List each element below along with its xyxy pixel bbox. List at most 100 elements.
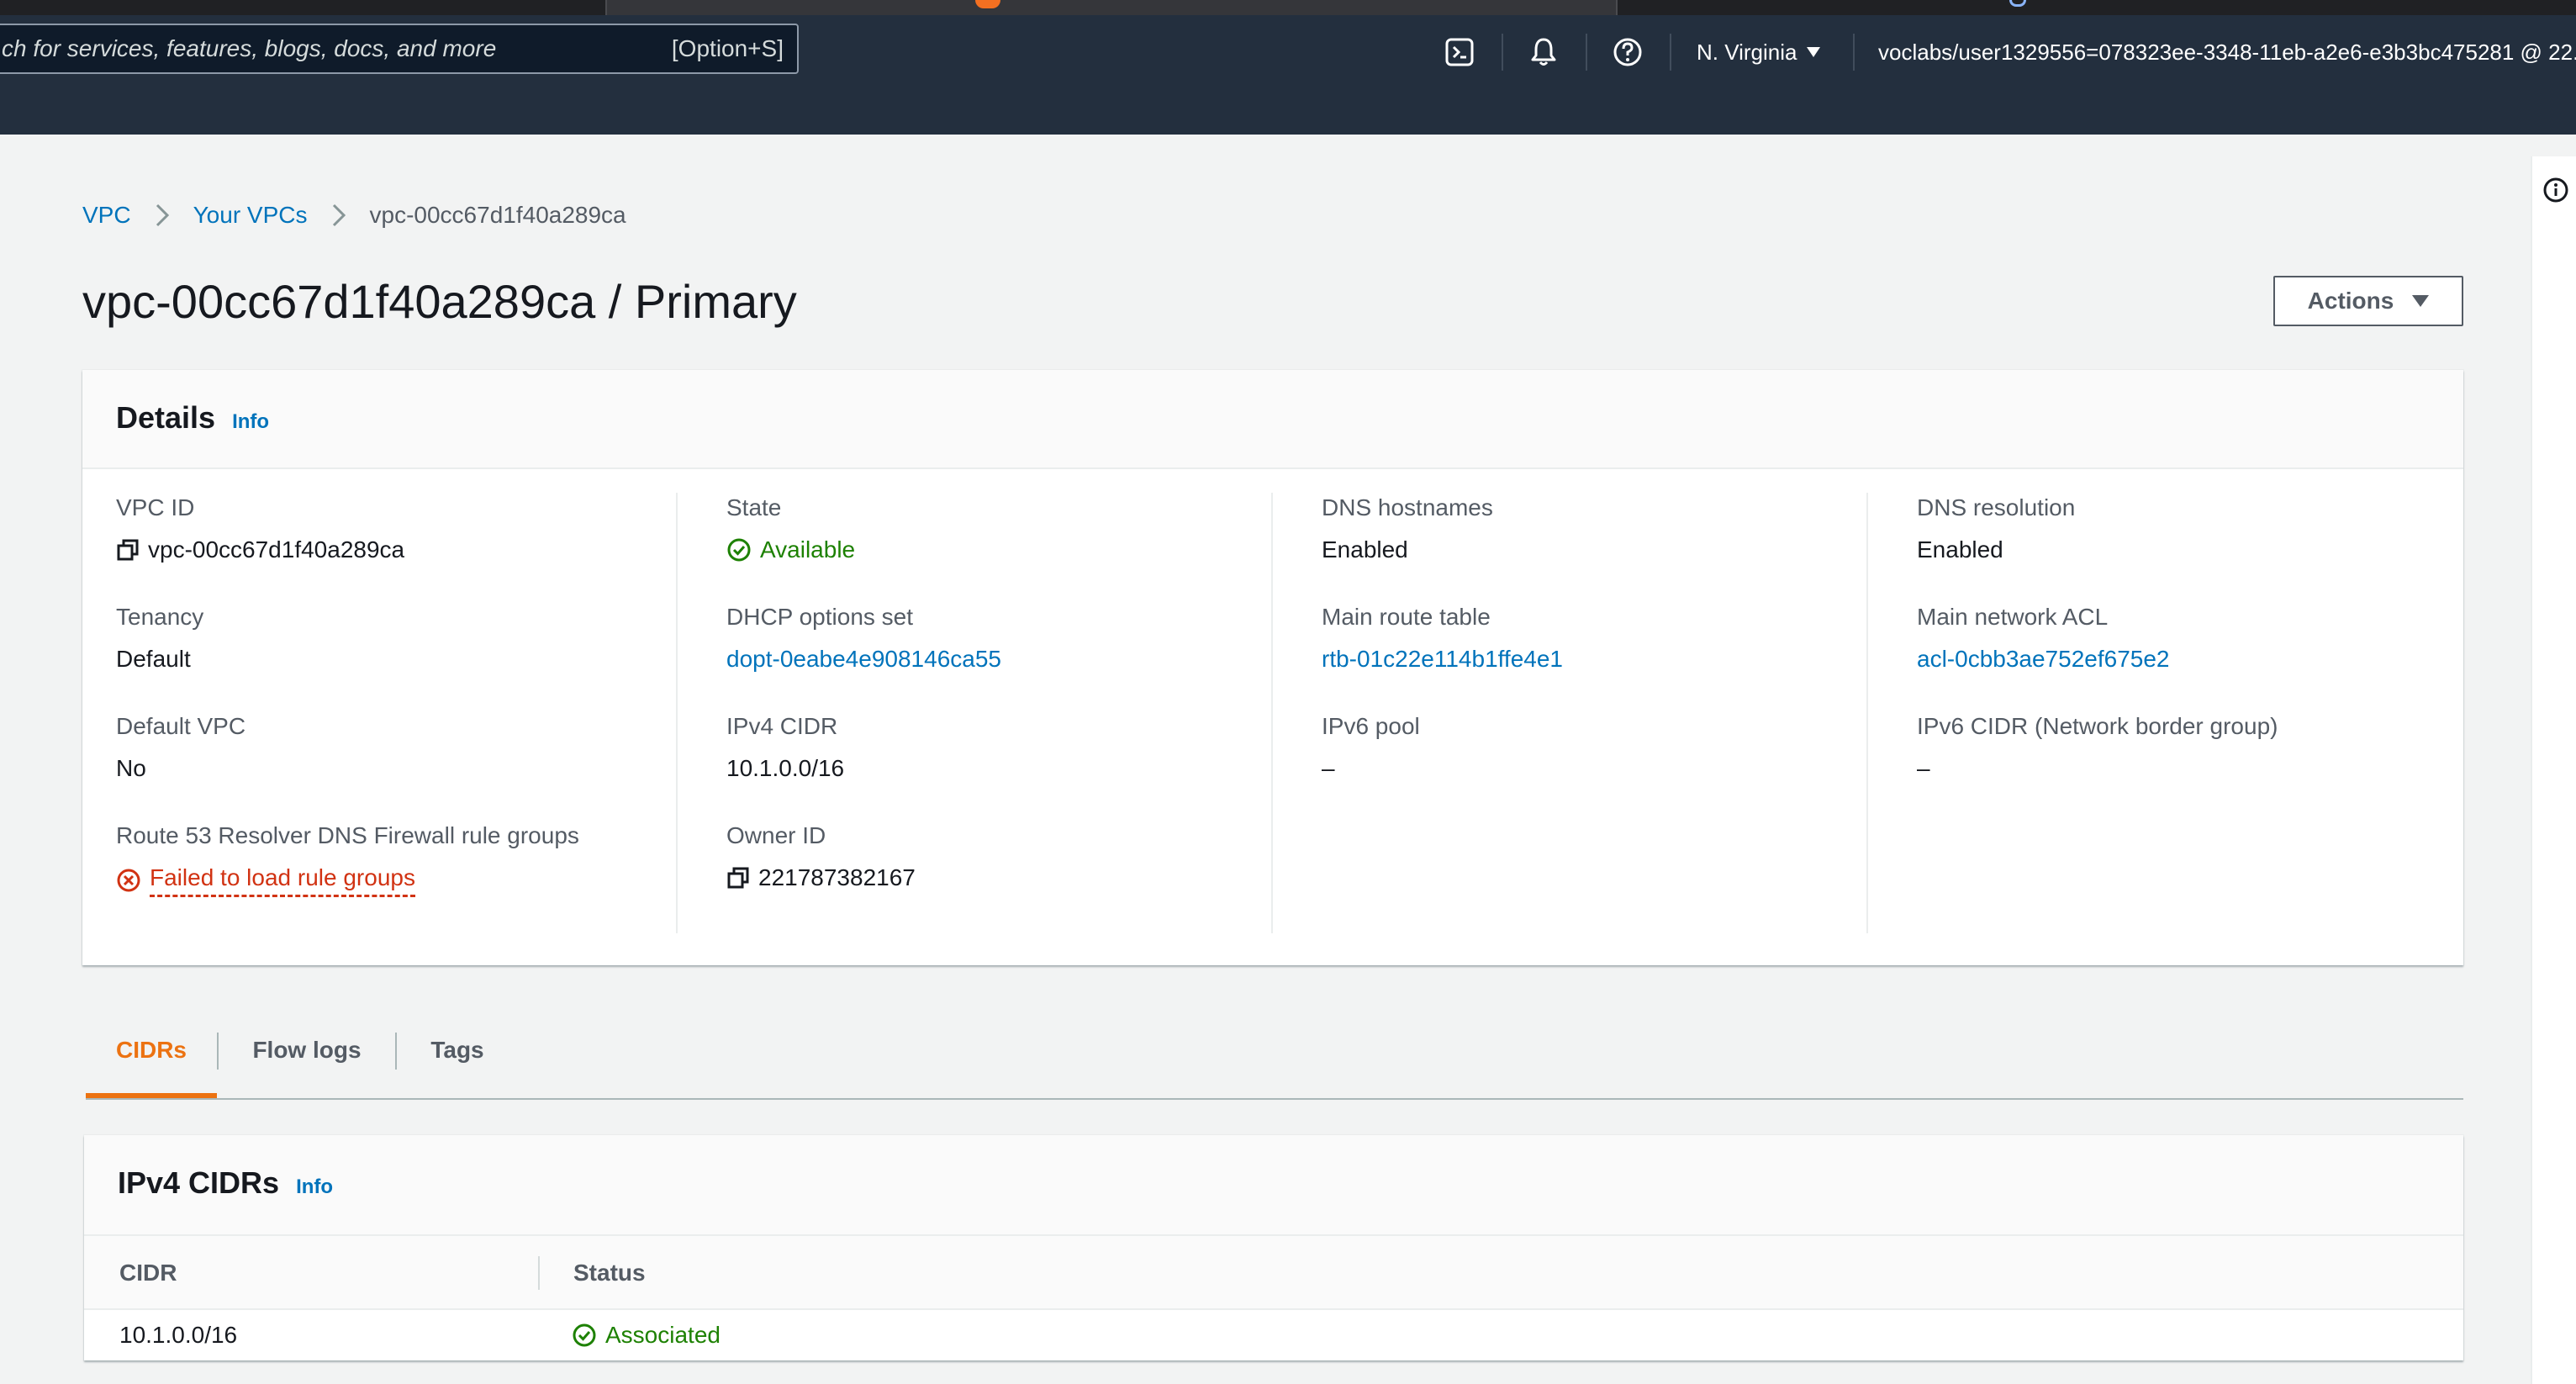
ipv4-cidrs-panel: IPv4 CIDRs Info CIDR Status 10.1.0.0/16 … (84, 1135, 2463, 1360)
field-value: 221787382167 (726, 863, 916, 893)
field-default-vpc: Default VPC No (116, 711, 245, 784)
help-icon[interactable] (1611, 35, 1644, 69)
field-value: Default (116, 646, 191, 672)
field-main-network-acl: Main network ACL acl-0cbb3ae752ef675e2 (1917, 602, 2169, 674)
tab-flow-logs[interactable]: Flow logs (219, 1017, 395, 1098)
region-label: N. Virginia (1697, 40, 1797, 65)
details-column-4: DNS resolution Enabled Main network ACL … (1917, 493, 2438, 933)
field-vpc-id: VPC ID vpc-00cc67d1f40a289ca (116, 493, 404, 565)
field-label: DNS resolution (1917, 494, 2076, 520)
ipv4-cidrs-header: IPv4 CIDRs Info (84, 1135, 2463, 1236)
caret-down-icon (2412, 295, 2430, 307)
right-help-rail (2531, 156, 2576, 1384)
vpc-id-value: vpc-00cc67d1f40a289ca (148, 536, 405, 563)
error-text: Failed to load rule groups (150, 863, 415, 897)
field-label: Tenancy (116, 604, 204, 630)
page-title: vpc-00cc67d1f40a289ca / Primary (82, 275, 797, 328)
field-value: Enabled (1917, 536, 2003, 563)
field-label: IPv6 pool (1322, 713, 1420, 739)
field-value[interactable]: Failed to load rule groups (116, 863, 579, 897)
status-cell: Associated (572, 1310, 721, 1360)
field-main-route-table: Main route table rtb-01c22e114b1ffe4e1 (1322, 602, 1563, 674)
account-menu[interactable]: voclabs/user1329556=078323ee-3348-11eb-a… (1878, 35, 2576, 69)
field-ipv6-cidr: IPv6 CIDR (Network border group) – (1917, 711, 2278, 784)
nav-separator (1853, 34, 1855, 71)
ipv4-cidrs-info-link[interactable]: Info (296, 1175, 333, 1199)
field-ipv4-cidr: IPv4 CIDR 10.1.0.0/16 (726, 711, 844, 784)
copy-icon[interactable] (116, 538, 140, 562)
browser-tab-strip (0, 0, 2576, 15)
chevron-right-icon (331, 203, 346, 228)
field-state: State Available (726, 493, 855, 565)
tab-separator (1616, 0, 1618, 15)
column-header-cidr[interactable]: CIDR (119, 1236, 177, 1310)
breadcrumb-your-vpcs[interactable]: Your VPCs (193, 202, 308, 229)
check-circle-icon (726, 537, 752, 563)
field-label: Main route table (1322, 604, 1491, 630)
nav-separator (1502, 34, 1503, 71)
field-label: Owner ID (726, 822, 826, 848)
search-input[interactable]: ch for services, features, blogs, docs, … (0, 24, 799, 74)
actions-button[interactable]: Actions (2273, 276, 2463, 326)
tab-tags[interactable]: Tags (397, 1017, 518, 1098)
column-divider (1271, 493, 1273, 933)
field-value: 10.1.0.0/16 (726, 755, 845, 781)
ipv4-cidrs-title-row: IPv4 CIDRs Info (118, 1165, 333, 1201)
field-label: Route 53 Resolver DNS Firewall rule grou… (116, 822, 579, 848)
field-label: State (726, 494, 782, 520)
nav-separator (1670, 34, 1671, 71)
field-value: – (1917, 755, 1930, 781)
dhcp-options-link[interactable]: dopt-0eabe4e908146ca55 (726, 644, 1001, 674)
field-dhcp-options-set: DHCP options set dopt-0eabe4e908146ca55 (726, 602, 1001, 674)
field-label: IPv6 CIDR (Network border group) (1917, 713, 2278, 739)
cidr-cell: 10.1.0.0/16 (119, 1322, 238, 1348)
browser-tab-active[interactable] (607, 0, 1616, 15)
network-acl-link[interactable]: acl-0cbb3ae752ef675e2 (1917, 644, 2169, 674)
details-column-2: State Available DHCP options set dopt-0e… (726, 493, 1264, 933)
details-column-3: DNS hostnames Enabled Main route table r… (1322, 493, 1860, 933)
field-dns-hostnames: DNS hostnames Enabled (1322, 493, 1493, 565)
search-placeholder: ch for services, features, blogs, docs, … (2, 35, 497, 61)
copy-icon[interactable] (726, 866, 750, 890)
detail-tabs: CIDRs Flow logs Tags (86, 1017, 2463, 1100)
field-label: IPv4 CIDR (726, 713, 838, 739)
field-value: vpc-00cc67d1f40a289ca (116, 535, 404, 565)
details-column-1: VPC ID vpc-00cc67d1f40a289ca Tenancy Def… (116, 493, 654, 933)
info-panel-icon[interactable] (2542, 177, 2569, 203)
field-ipv6-pool: IPv6 pool – (1322, 711, 1420, 784)
region-selector[interactable]: N. Virginia (1697, 35, 1821, 69)
details-info-link[interactable]: Info (232, 410, 269, 434)
nav-separator (1586, 34, 1587, 71)
loading-favicon-icon (2009, 0, 2026, 7)
field-owner-id: Owner ID 221787382167 (726, 821, 916, 893)
field-value: No (116, 755, 146, 781)
route-table-link[interactable]: rtb-01c22e114b1ffe4e1 (1322, 644, 1563, 674)
column-divider (538, 1256, 540, 1290)
field-tenancy: Tenancy Default (116, 602, 203, 674)
caret-down-icon (1807, 47, 1821, 57)
breadcrumb-current: vpc-00cc67d1f40a289ca (369, 202, 626, 228)
status-text: Associated (605, 1322, 721, 1348)
details-header: Details Info (82, 370, 2463, 469)
search-shortcut: [Option+S] (671, 35, 784, 61)
column-header-status[interactable]: Status (573, 1236, 646, 1310)
field-dns-resolution: DNS resolution Enabled (1917, 493, 2075, 565)
column-divider (676, 493, 678, 933)
breadcrumb-vpc[interactable]: VPC (82, 202, 131, 229)
check-circle-icon (572, 1323, 597, 1348)
field-label: DNS hostnames (1322, 494, 1493, 520)
tab-cidrs[interactable]: CIDRs (86, 1017, 217, 1098)
aws-top-nav: ch for services, features, blogs, docs, … (0, 15, 2576, 135)
field-label: DHCP options set (726, 604, 914, 630)
details-title-row: Details Info (116, 400, 269, 436)
field-value: Enabled (1322, 536, 1408, 563)
field-dns-firewall-rule-groups: Route 53 Resolver DNS Firewall rule grou… (116, 821, 579, 897)
field-label: Default VPC (116, 713, 246, 739)
details-panel: Details Info VPC ID vpc-00cc67d1f40a289c… (82, 370, 2463, 965)
error-circle-icon (116, 868, 141, 893)
cloudshell-icon[interactable] (1443, 35, 1476, 69)
bell-icon[interactable] (1527, 35, 1560, 69)
field-value: Available (726, 535, 855, 565)
ipv4-cidrs-title: IPv4 CIDRs (118, 1165, 280, 1200)
field-label: Main network ACL (1917, 604, 2109, 630)
